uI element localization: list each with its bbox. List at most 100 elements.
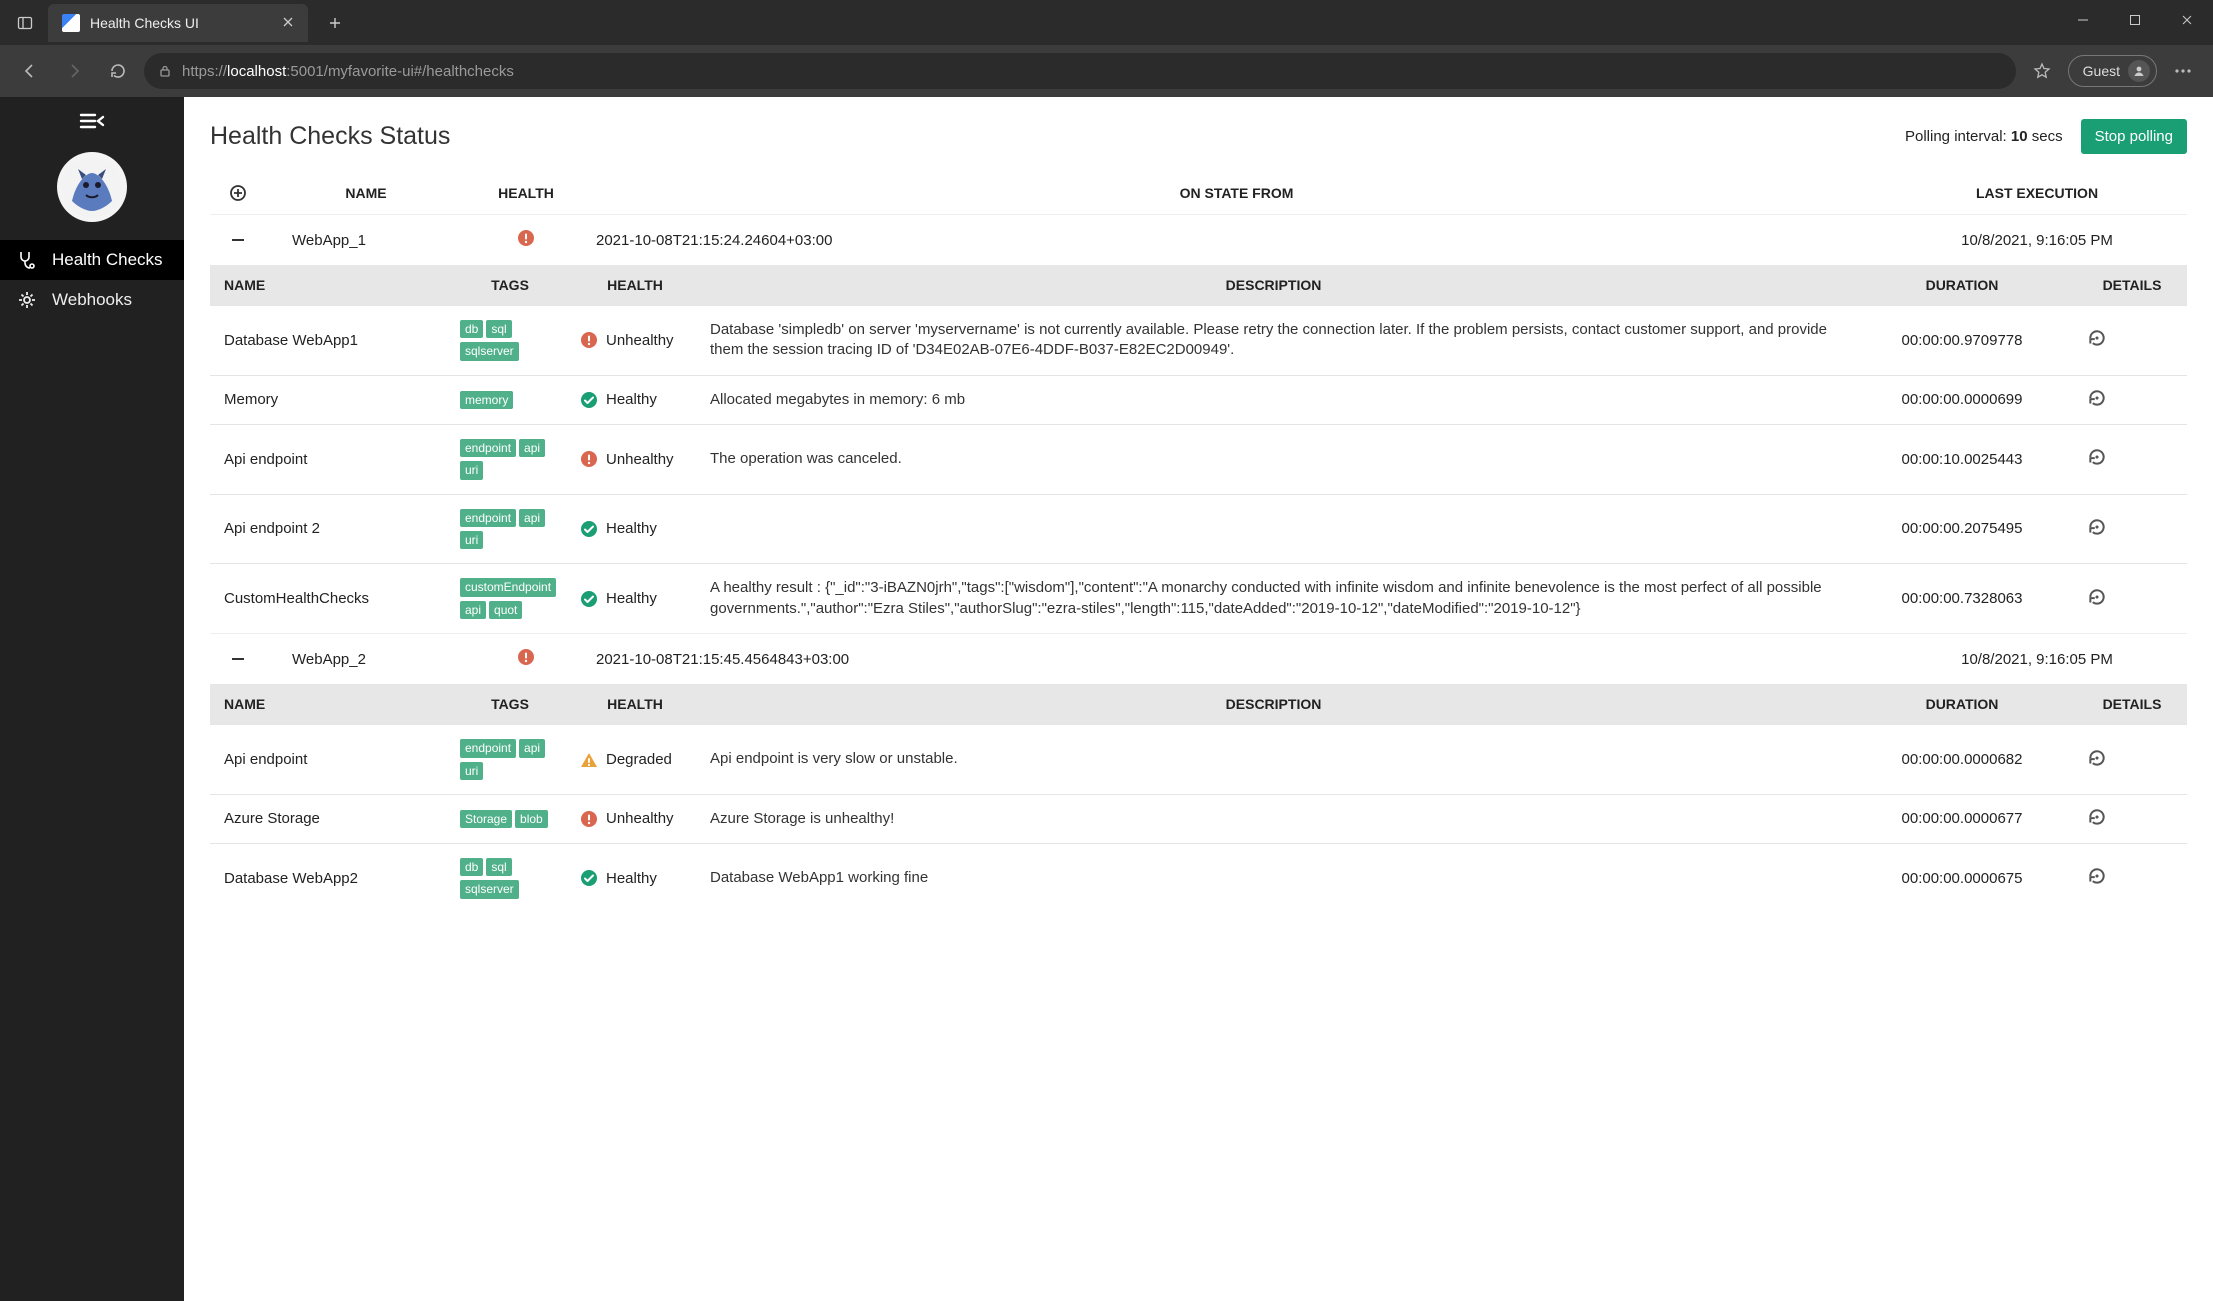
checks-table: NAME TAGS HEALTH DESCRIPTION DURATION DE… (210, 684, 2187, 913)
tag: endpoint (460, 739, 516, 757)
check-health: Unhealthy (570, 306, 700, 376)
tab-title: Health Checks UI (90, 15, 272, 31)
tag: uri (460, 461, 483, 479)
check-row: Api endpoint endpointapiuri Degraded Api… (210, 725, 2187, 795)
col-check-desc: DESCRIPTION (700, 265, 1847, 306)
sidebar-item-webhooks[interactable]: Webhooks (0, 280, 184, 320)
check-description: A healthy result : {"_id":"3-iBAZN0jrh",… (700, 564, 1847, 633)
check-duration: 00:00:00.0000675 (1847, 843, 2077, 912)
check-health-label: Healthy (606, 391, 657, 408)
history-icon (2087, 517, 2107, 537)
sidebar-item-label: Health Checks (52, 250, 163, 270)
check-name: Database WebApp2 (210, 843, 450, 912)
check-name: Api endpoint 2 (210, 494, 450, 564)
col-check-dur: DURATION (1847, 684, 2077, 725)
tab-actions-button[interactable] (8, 6, 42, 40)
check-row: Database WebApp2 dbsqlsqlserver Healthy … (210, 843, 2187, 912)
check-duration: 00:00:00.0000677 (1847, 794, 2077, 843)
browser-chrome: Health Checks UI https://localhost:500 (0, 0, 2213, 97)
tag: api (519, 439, 545, 457)
tab-favicon-icon (62, 14, 80, 32)
tag: uri (460, 762, 483, 780)
collapse-button[interactable] (210, 634, 266, 685)
check-tags: endpointapiuri (450, 725, 570, 795)
tag: blob (515, 810, 548, 828)
check-duration: 00:00:00.0000682 (1847, 725, 2077, 795)
polling-interval-label: Polling interval: 10 secs (1905, 128, 2063, 145)
window-maximize-button[interactable] (2109, 0, 2161, 40)
check-tags: customEndpointapiquot (450, 564, 570, 633)
check-details-button[interactable] (2077, 725, 2187, 795)
app-on-state-from: 2021-10-08T21:15:45.4564843+03:00 (586, 634, 1887, 685)
col-check-tags: TAGS (450, 265, 570, 306)
nav-refresh-button[interactable] (100, 53, 136, 89)
favorites-button[interactable] (2024, 53, 2060, 89)
check-details-button[interactable] (2077, 843, 2187, 912)
window-minimize-button[interactable] (2057, 0, 2109, 40)
history-icon (2087, 748, 2107, 768)
nav-forward-button[interactable] (56, 53, 92, 89)
gear-icon (16, 290, 38, 310)
col-check-det: DETAILS (2077, 684, 2187, 725)
check-details-button[interactable] (2077, 375, 2187, 424)
col-check-name: NAME (210, 265, 450, 306)
check-health: Unhealthy (570, 794, 700, 843)
col-check-det: DETAILS (2077, 265, 2187, 306)
col-check-dur: DURATION (1847, 265, 2077, 306)
history-icon (2087, 328, 2107, 348)
checks-table: NAME TAGS HEALTH DESCRIPTION DURATION DE… (210, 265, 2187, 633)
window-controls (2057, 0, 2213, 40)
check-tags: endpointapiuri (450, 494, 570, 564)
expand-all-button[interactable] (210, 172, 266, 215)
sidebar-collapse-button[interactable] (79, 111, 105, 134)
collapse-button[interactable] (210, 215, 266, 266)
app-detail-row: NAME TAGS HEALTH DESCRIPTION DURATION DE… (210, 684, 2187, 913)
check-name: Api endpoint (210, 725, 450, 795)
stop-polling-button[interactable]: Stop polling (2081, 119, 2187, 154)
check-duration: 00:00:00.7328063 (1847, 564, 2077, 633)
col-check-tags: TAGS (450, 684, 570, 725)
tag: uri (460, 531, 483, 549)
app-row: WebApp_1 2021-10-08T21:15:24.24604+03:00… (210, 215, 2187, 266)
check-description: Database WebApp1 working fine (700, 843, 1847, 912)
check-row: Azure Storage Storageblob Unhealthy Azur… (210, 794, 2187, 843)
health-checks-table: NAME HEALTH ON STATE FROM LAST EXECUTION… (210, 172, 2187, 913)
nav-back-button[interactable] (12, 53, 48, 89)
history-icon (2087, 447, 2107, 467)
check-details-button[interactable] (2077, 794, 2187, 843)
check-health-label: Healthy (606, 870, 657, 887)
profile-button[interactable]: Guest (2068, 55, 2157, 87)
check-details-button[interactable] (2077, 424, 2187, 494)
check-tags: dbsqlsqlserver (450, 306, 570, 376)
tab-close-button[interactable] (282, 15, 294, 31)
check-name: CustomHealthChecks (210, 564, 450, 633)
col-last: LAST EXECUTION (1887, 172, 2187, 215)
address-bar[interactable]: https://localhost:5001/myfavorite-ui#/he… (144, 53, 2016, 89)
check-description: Allocated megabytes in memory: 6 mb (700, 375, 1847, 424)
window-close-button[interactable] (2161, 0, 2213, 40)
check-row: Api endpoint 2 endpointapiuri Healthy 00… (210, 494, 2187, 564)
check-description: Database 'simpledb' on server 'myservern… (700, 306, 1847, 376)
check-health-label: Degraded (606, 751, 672, 768)
check-health: Healthy (570, 843, 700, 912)
check-name: Api endpoint (210, 424, 450, 494)
check-duration: 00:00:00.2075495 (1847, 494, 2077, 564)
check-tags: Storageblob (450, 794, 570, 843)
tag: sqlserver (460, 342, 519, 360)
new-tab-button[interactable] (318, 6, 352, 40)
check-description: The operation was canceled. (700, 424, 1847, 494)
sidebar-item-health-checks[interactable]: Health Checks (0, 240, 184, 280)
check-row: Database WebApp1 dbsqlsqlserver Unhealth… (210, 306, 2187, 376)
main-content: Health Checks Status Polling interval: 1… (184, 97, 2213, 1301)
browser-menu-button[interactable] (2165, 53, 2201, 89)
check-row: Api endpoint endpointapiuri Unhealthy Th… (210, 424, 2187, 494)
history-icon (2087, 807, 2107, 827)
check-details-button[interactable] (2077, 494, 2187, 564)
check-tags: endpointapiuri (450, 424, 570, 494)
check-health: Healthy (570, 494, 700, 564)
check-details-button[interactable] (2077, 564, 2187, 633)
browser-tab[interactable]: Health Checks UI (48, 4, 308, 42)
check-details-button[interactable] (2077, 306, 2187, 376)
col-check-health: HEALTH (570, 265, 700, 306)
history-icon (2087, 388, 2107, 408)
